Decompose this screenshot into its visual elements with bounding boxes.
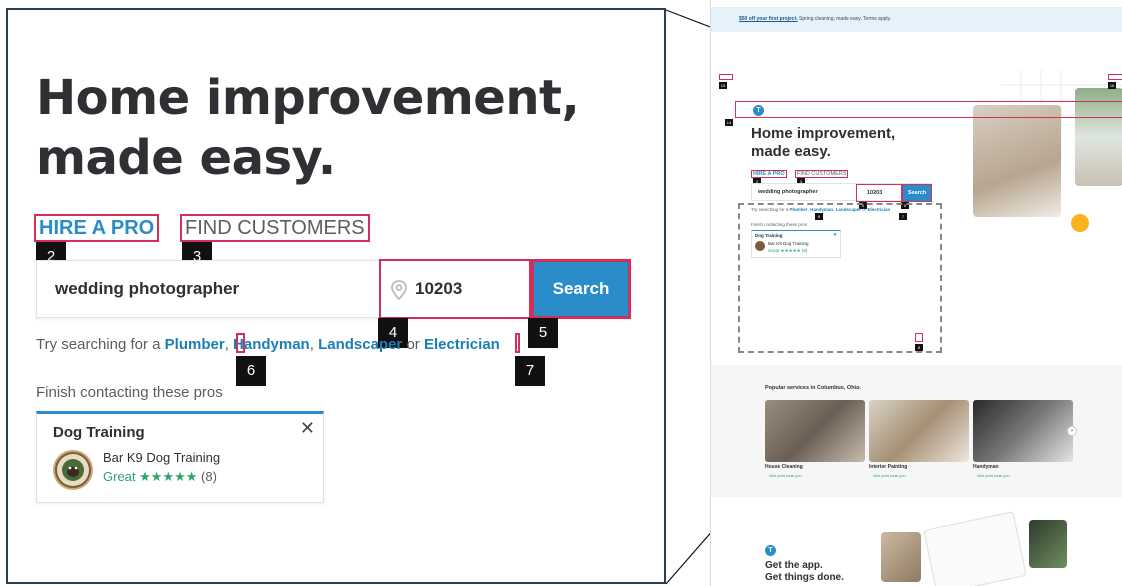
mini-card-title: Dog Training	[755, 233, 783, 238]
zip-code-field[interactable]	[379, 259, 531, 319]
review-count: (8)	[201, 469, 217, 484]
mini-link-plumber[interactable]: Plumber	[790, 207, 808, 212]
annotation-badge-6: 6	[236, 356, 266, 386]
annotation-badge-7: 7	[515, 356, 545, 386]
mini-close-icon[interactable]: ✕	[833, 232, 837, 238]
pro-avatar	[53, 450, 93, 490]
promo-text: $50 off your first project. Spring clean…	[739, 16, 891, 22]
mini-highlight-16	[1108, 74, 1122, 80]
suggestion-link-electrician[interactable]: Electrician	[424, 336, 500, 353]
popular-services-section: Popular services in Columbus, Ohio. › Ho…	[711, 365, 1122, 497]
mini-avatar	[755, 241, 765, 251]
get-the-app-title: Get the app. Get things done.	[765, 560, 844, 583]
search-button[interactable]: Search	[531, 259, 631, 319]
tab-find-customers[interactable]: FIND CUSTOMERS	[180, 214, 370, 242]
mini-link-handyman[interactable]: Handyman	[810, 207, 833, 212]
suggestions-prefix: Try searching for a	[36, 336, 161, 353]
mini-badge-8: 8	[915, 344, 923, 351]
service-search-input[interactable]	[37, 261, 379, 317]
mini-badge-14: 14	[725, 119, 733, 126]
mini-headline: Home improvement, made easy.	[751, 125, 895, 161]
chevron-right-icon[interactable]: ›	[1067, 426, 1077, 436]
mini-badge-6: 6	[815, 213, 823, 220]
tab-hire-a-pro[interactable]: HIRE A PRO	[34, 214, 160, 242]
promo-link[interactable]: $50 off your first project.	[739, 16, 798, 22]
decorative-circle	[1071, 214, 1089, 232]
mini-link-landscaper[interactable]: Landscaper	[836, 207, 861, 212]
mini-suggestions: Try searching for a Plumber, Handyman, L…	[751, 207, 891, 212]
highlight-box-7	[515, 333, 520, 353]
annotated-screenshot: Home improvement, made easy. HIRE A PRO …	[0, 0, 1122, 586]
mini-link-electrician[interactable]: Electrician	[867, 207, 890, 212]
app-photo-2	[1029, 520, 1067, 568]
mini-tab-hire[interactable]: HIRE A PRO	[751, 170, 787, 178]
mini-tab-find[interactable]: FIND CUSTOMERS	[795, 170, 849, 178]
mini-zip[interactable]: 10203	[856, 184, 902, 202]
app-phone-mockup	[923, 511, 1027, 586]
service-label-handyman[interactable]: Handyman	[973, 464, 999, 470]
dog-logo-icon	[57, 454, 89, 486]
zoomed-hero-panel: Home improvement, made easy. HIRE A PRO …	[6, 8, 666, 584]
promo-banner[interactable]: $50 off your first project. Spring clean…	[711, 8, 1122, 32]
service-label-house-cleaning[interactable]: House Cleaning	[765, 464, 803, 470]
rating-word: Great	[103, 469, 136, 484]
search-bar: Search	[36, 259, 631, 319]
headline-line-1: Home improvement,	[36, 70, 580, 126]
mini-finish-label: Finish contacting these pros	[751, 222, 808, 227]
full-page-thumbnail: 1 $50 off your first project. Spring cle…	[710, 0, 1122, 586]
suggestion-link-plumber[interactable]: Plumber	[165, 336, 225, 353]
pro-rating: Great ★★★★★ (8)	[103, 469, 217, 485]
mini-pro-card[interactable]: Dog Training ✕ Bar K9 Dog Training Great…	[751, 230, 841, 258]
zip-code-input[interactable]	[415, 261, 527, 317]
mini-top-nav	[711, 0, 1122, 8]
close-icon[interactable]: ✕	[300, 418, 315, 439]
headline-line-2: made easy.	[36, 130, 336, 186]
annotation-badge-5: 5	[528, 318, 558, 348]
mini-highlight-14	[735, 101, 1122, 118]
mini-headline-line-2: made easy.	[751, 143, 831, 160]
map-pin-icon	[391, 280, 407, 301]
suggestions-or: or	[406, 336, 420, 353]
mini-card-name: Bar K9 Dog Training	[768, 241, 809, 246]
pro-card[interactable]: Dog Training ✕ Bar K9 Dog Training Great…	[36, 411, 324, 503]
mini-keyword[interactable]: wedding photographer	[758, 189, 818, 195]
pro-card-category: Dog Training	[53, 424, 145, 441]
rating-stars: ★★★★★	[139, 469, 198, 484]
mini-search-bar: wedding photographer 10203 Search	[751, 183, 932, 202]
service-sub-handyman[interactable]: See pros near you	[977, 473, 1010, 478]
service-sub-interior-painting[interactable]: See pros near you	[873, 473, 906, 478]
service-label-interior-painting[interactable]: Interior Painting	[869, 464, 907, 470]
pro-name: Bar K9 Dog Training	[103, 450, 221, 465]
page-headline: Home improvement, made easy.	[36, 68, 580, 188]
app-photo-1	[881, 532, 921, 582]
kitchen-photo	[973, 105, 1061, 217]
service-sub-house-cleaning[interactable]: See pros near you	[769, 473, 802, 478]
mini-search-button[interactable]: Search	[902, 184, 932, 202]
finish-contacting-label: Finish contacting these pros	[36, 384, 223, 401]
service-image-handyman[interactable]	[973, 400, 1073, 462]
mini-badge-7: 7	[899, 213, 907, 220]
service-image-interior-painting[interactable]	[869, 400, 969, 462]
highlight-box-6	[236, 333, 245, 353]
mini-badge-15: 15	[719, 82, 727, 89]
service-image-house-cleaning[interactable]	[765, 400, 865, 462]
mini-headline-line-1: Home improvement,	[751, 125, 896, 142]
app-section-logo: T	[765, 545, 776, 556]
suggestion-link-landscaper[interactable]: Landscaper	[318, 336, 402, 353]
promo-rest: Spring cleaning, made easy. Terms apply.	[799, 16, 892, 22]
mini-badge-16: 16	[1108, 82, 1116, 89]
mini-scroll-down-icon[interactable]	[915, 333, 923, 342]
search-suggestions: Try searching for a Plumber, Handyman, L…	[36, 336, 500, 353]
popular-services-title: Popular services in Columbus, Ohio.	[765, 385, 861, 391]
mini-highlight-15	[719, 74, 733, 80]
thumbtack-logo[interactable]: T	[753, 105, 764, 116]
mini-card-rating: Great ★★★★★ (8)	[768, 248, 808, 253]
